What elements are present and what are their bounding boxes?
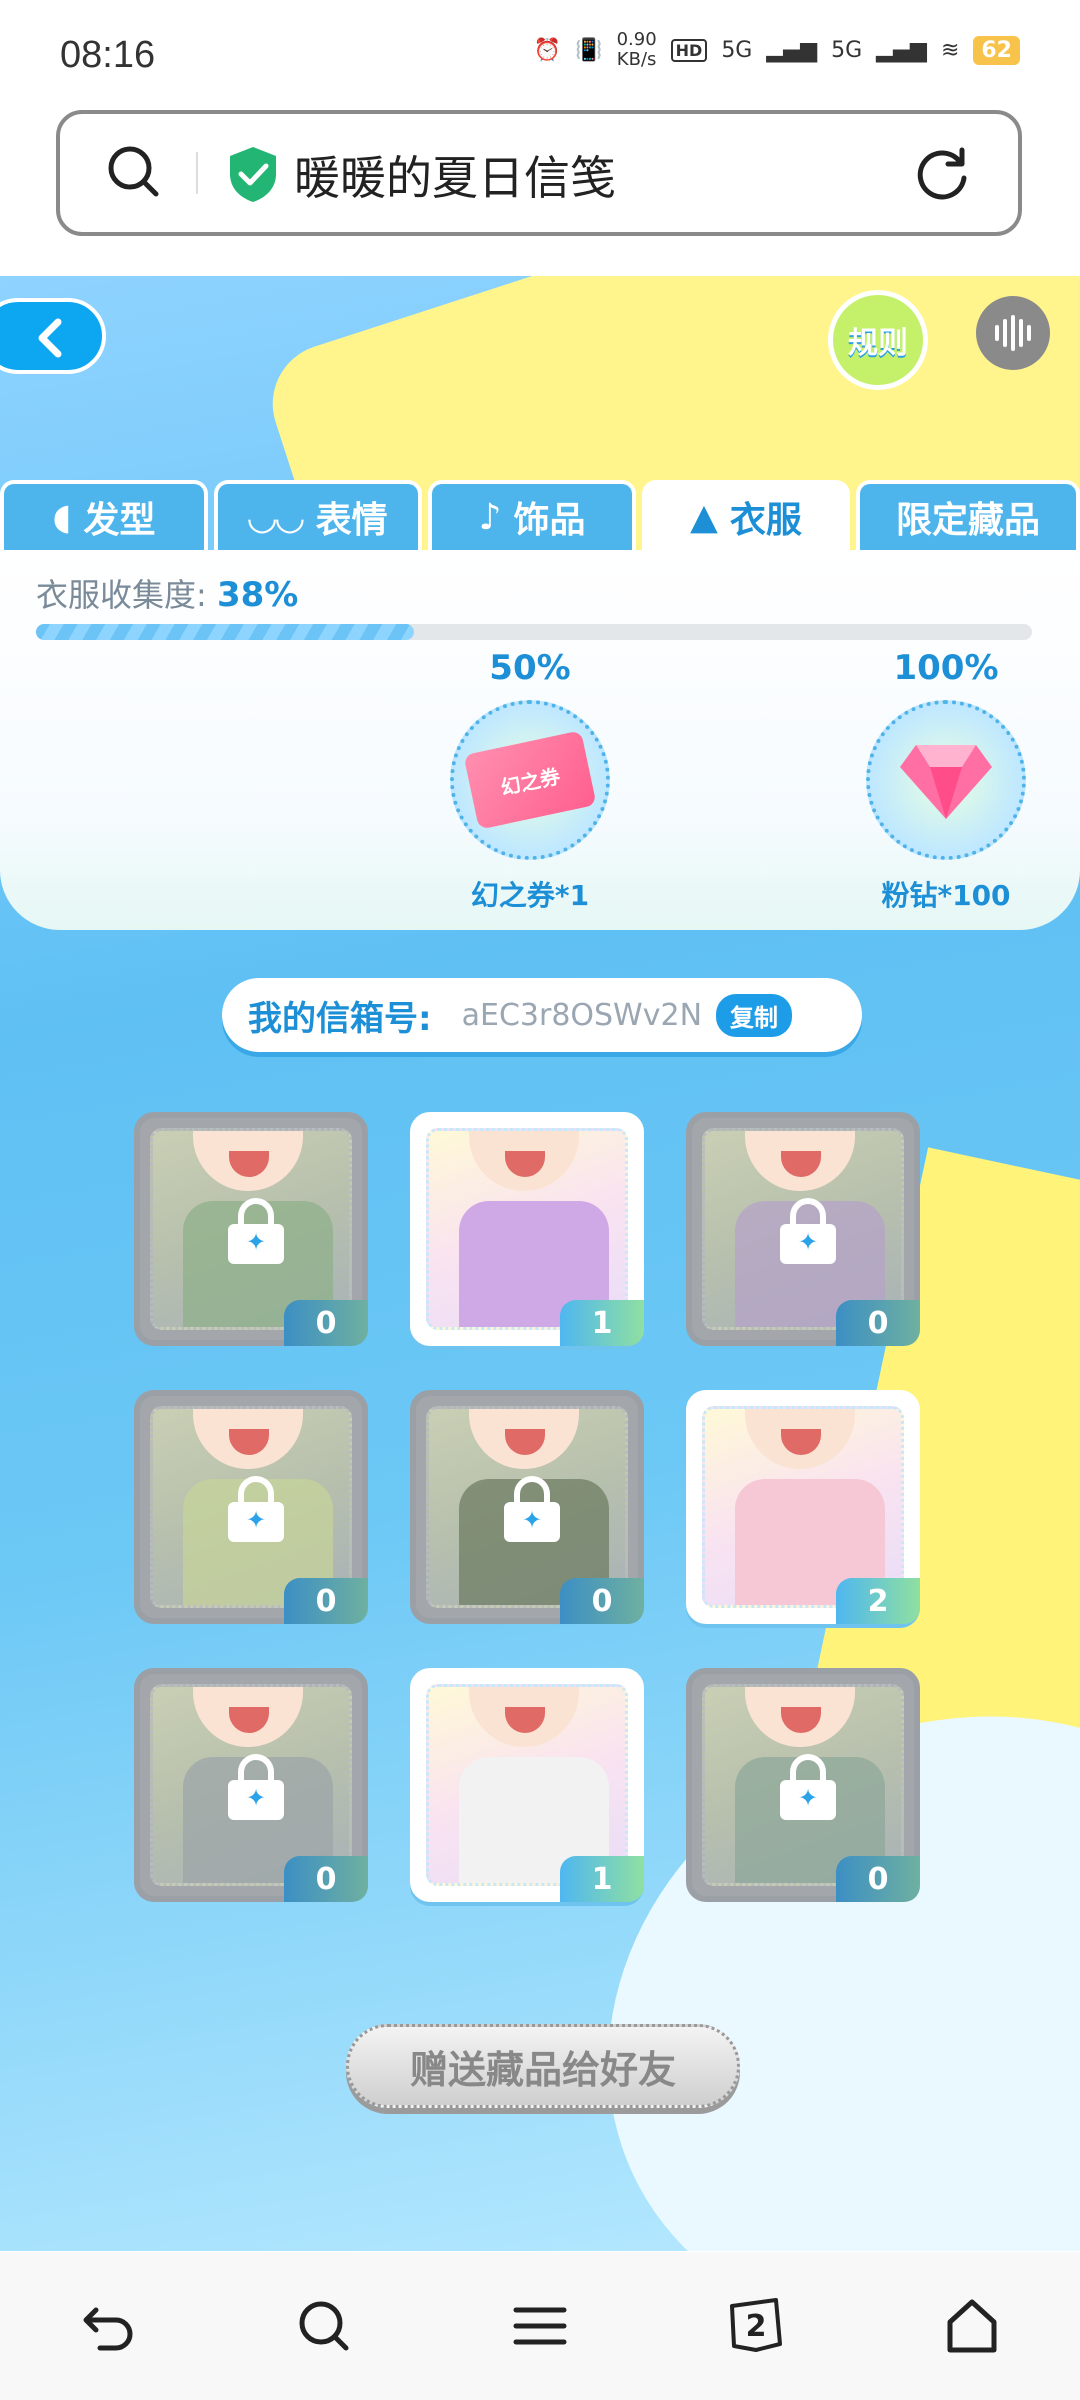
progress-label: 衣服收集度: 38% (36, 570, 298, 616)
item-count: 2 (836, 1578, 920, 1624)
clock: 08:16 (60, 34, 156, 76)
tab-label: 限定藏品 (895, 500, 1040, 541)
tab-label: 饰品 (513, 500, 586, 541)
copy-button[interactable]: 复制 (716, 993, 793, 1037)
reward-icon-ticket: 幻之券 (450, 700, 610, 860)
nav-search-button[interactable] (284, 2286, 364, 2366)
milestone-reward: 幻之券*1 (470, 879, 590, 912)
category-tabs: ◖ 发型 ◡◡ 表情 ♪ 饰品 ▲ 衣服 限定藏品 (0, 480, 1080, 550)
divider (196, 152, 198, 194)
item-count: 1 (560, 1300, 644, 1346)
collection-item[interactable]: 1 (410, 1112, 644, 1346)
browser-nav-bar: 2 (0, 2252, 1080, 2400)
collection-progress-panel: 衣服收集度: 38% 50% 幻之券 幻之券*1 100% 粉钻*100 (0, 550, 1080, 930)
collection-item[interactable]: 0 (686, 1668, 920, 1902)
item-count: 0 (560, 1578, 644, 1624)
item-count: 0 (284, 1856, 368, 1902)
network-speed-value: 0.90 (616, 29, 657, 50)
home-icon (947, 2299, 997, 2353)
mailbox-label: 我的信箱号: (248, 998, 432, 1039)
lock-icon (780, 1198, 836, 1264)
tab-label: 衣服 (729, 500, 802, 541)
milestone-reward: 粉钻*100 (881, 879, 1011, 912)
item-count: 0 (284, 1300, 368, 1346)
tab-hairstyle[interactable]: ◖ 发型 (0, 480, 208, 550)
nav-home-button[interactable] (932, 2286, 1012, 2366)
collection-item[interactable]: 0 (134, 1112, 368, 1346)
chevron-left-icon (38, 318, 62, 358)
diamond-icon (900, 745, 992, 819)
tab-label: 表情 (315, 500, 388, 541)
item-count: 0 (836, 1856, 920, 1902)
tab-expression[interactable]: ◡◡ 表情 (214, 480, 422, 550)
mailbox-id-bar: 我的信箱号: aEC3r8OSWv2N 复制 (222, 978, 862, 1052)
lock-icon (504, 1476, 560, 1542)
search-icon[interactable] (104, 142, 164, 202)
tab-clothes[interactable]: ▲ 衣服 (642, 480, 850, 550)
mask-icon: ◡◡ (248, 496, 304, 538)
signal-bars-icon: ▂▄▆ (766, 37, 818, 63)
screen: 08:16 ⏰ 📳 0.90 KB/s HD 5G ▂▄▆ 5G ▂▄▆ ≋ 6… (0, 0, 1080, 2400)
milestone-100[interactable]: 100% 粉钻*100 (856, 648, 1036, 914)
shield-check-icon (230, 147, 276, 202)
milestone-percent: 100% (893, 648, 999, 688)
milestone-50[interactable]: 50% 幻之券 幻之券*1 (440, 648, 620, 914)
rules-button[interactable]: 规则 (828, 290, 928, 390)
collection-item[interactable]: 0 (410, 1390, 644, 1624)
status-bar: 08:16 ⏰ 📳 0.90 KB/s HD 5G ▂▄▆ 5G ▂▄▆ ≋ 6… (0, 0, 1080, 100)
wifi-icon: ≋ (940, 37, 960, 63)
nav-back-button[interactable] (68, 2286, 148, 2366)
mailbox-code: aEC3r8OSWv2N (461, 997, 703, 1033)
tab-label: 发型 (83, 500, 156, 541)
accessory-icon: ♪ (478, 496, 502, 538)
tab-count: 2 (745, 2308, 767, 2344)
status-icons: ⏰ 📳 0.90 KB/s HD 5G ▂▄▆ 5G ▂▄▆ ≋ 62 (534, 30, 1020, 70)
signal-5g-2: 5G (831, 37, 863, 63)
vibrate-icon: 📳 (575, 37, 603, 63)
reward-icon-diamond (866, 700, 1026, 860)
clothes-icon: ▲ (690, 496, 718, 538)
tab-limited-collection[interactable]: 限定藏品 (856, 480, 1080, 550)
collection-item[interactable]: 0 (686, 1112, 920, 1346)
signal-bars-icon: ▂▄▆ (876, 37, 927, 63)
back-arrow-icon (83, 2307, 133, 2351)
nav-tabs-button[interactable]: 2 (716, 2286, 796, 2366)
tab-accessory[interactable]: ♪ 饰品 (428, 480, 636, 550)
game-canvas: 规则 ◖ 发型 ◡◡ 表情 ♪ 饰品 ▲ 衣服 限定藏品 衣服收集度: 38% … (0, 276, 1080, 2251)
collection-item[interactable]: 2 (686, 1390, 920, 1624)
gift-to-friend-button[interactable]: 赠送藏品给好友 (346, 2024, 740, 2108)
collection-item[interactable]: 0 (134, 1390, 368, 1624)
progress-bar-fill (36, 624, 415, 640)
progress-caption: 衣服收集度: (36, 576, 207, 614)
audio-wave-icon (995, 315, 1031, 351)
search-icon (299, 2301, 349, 2351)
nav-menu-button[interactable] (500, 2286, 580, 2366)
address-bar[interactable]: 暖暖的夏日信笺 (56, 110, 1022, 236)
battery-level: 62 (973, 35, 1020, 65)
progress-bar (36, 624, 1032, 640)
collection-item[interactable]: 0 (134, 1668, 368, 1902)
alarm-icon: ⏰ (533, 37, 562, 63)
hair-icon: ◖ (52, 496, 72, 538)
reload-icon[interactable] (912, 142, 974, 204)
menu-icon (513, 2307, 567, 2345)
collection-item[interactable]: 1 (410, 1668, 644, 1902)
item-count: 1 (560, 1856, 644, 1902)
signal-5g-1: 5G (721, 37, 753, 63)
network-speed-unit: KB/s (616, 49, 657, 70)
item-count: 0 (284, 1578, 368, 1624)
back-button[interactable] (0, 298, 106, 374)
lock-icon (228, 1754, 284, 1820)
page-title: 暖暖的夏日信笺 (294, 151, 616, 205)
milestone-percent: 50% (489, 648, 571, 688)
lock-icon (228, 1476, 284, 1542)
progress-value: 38% (216, 575, 299, 615)
hd-icon: HD (670, 38, 708, 62)
ticket-icon: 幻之券 (463, 730, 597, 830)
network-speed: 0.90 KB/s (617, 30, 657, 70)
lock-icon (228, 1198, 284, 1264)
item-count: 0 (836, 1300, 920, 1346)
lock-icon (780, 1754, 836, 1820)
sound-toggle-button[interactable] (976, 296, 1050, 370)
